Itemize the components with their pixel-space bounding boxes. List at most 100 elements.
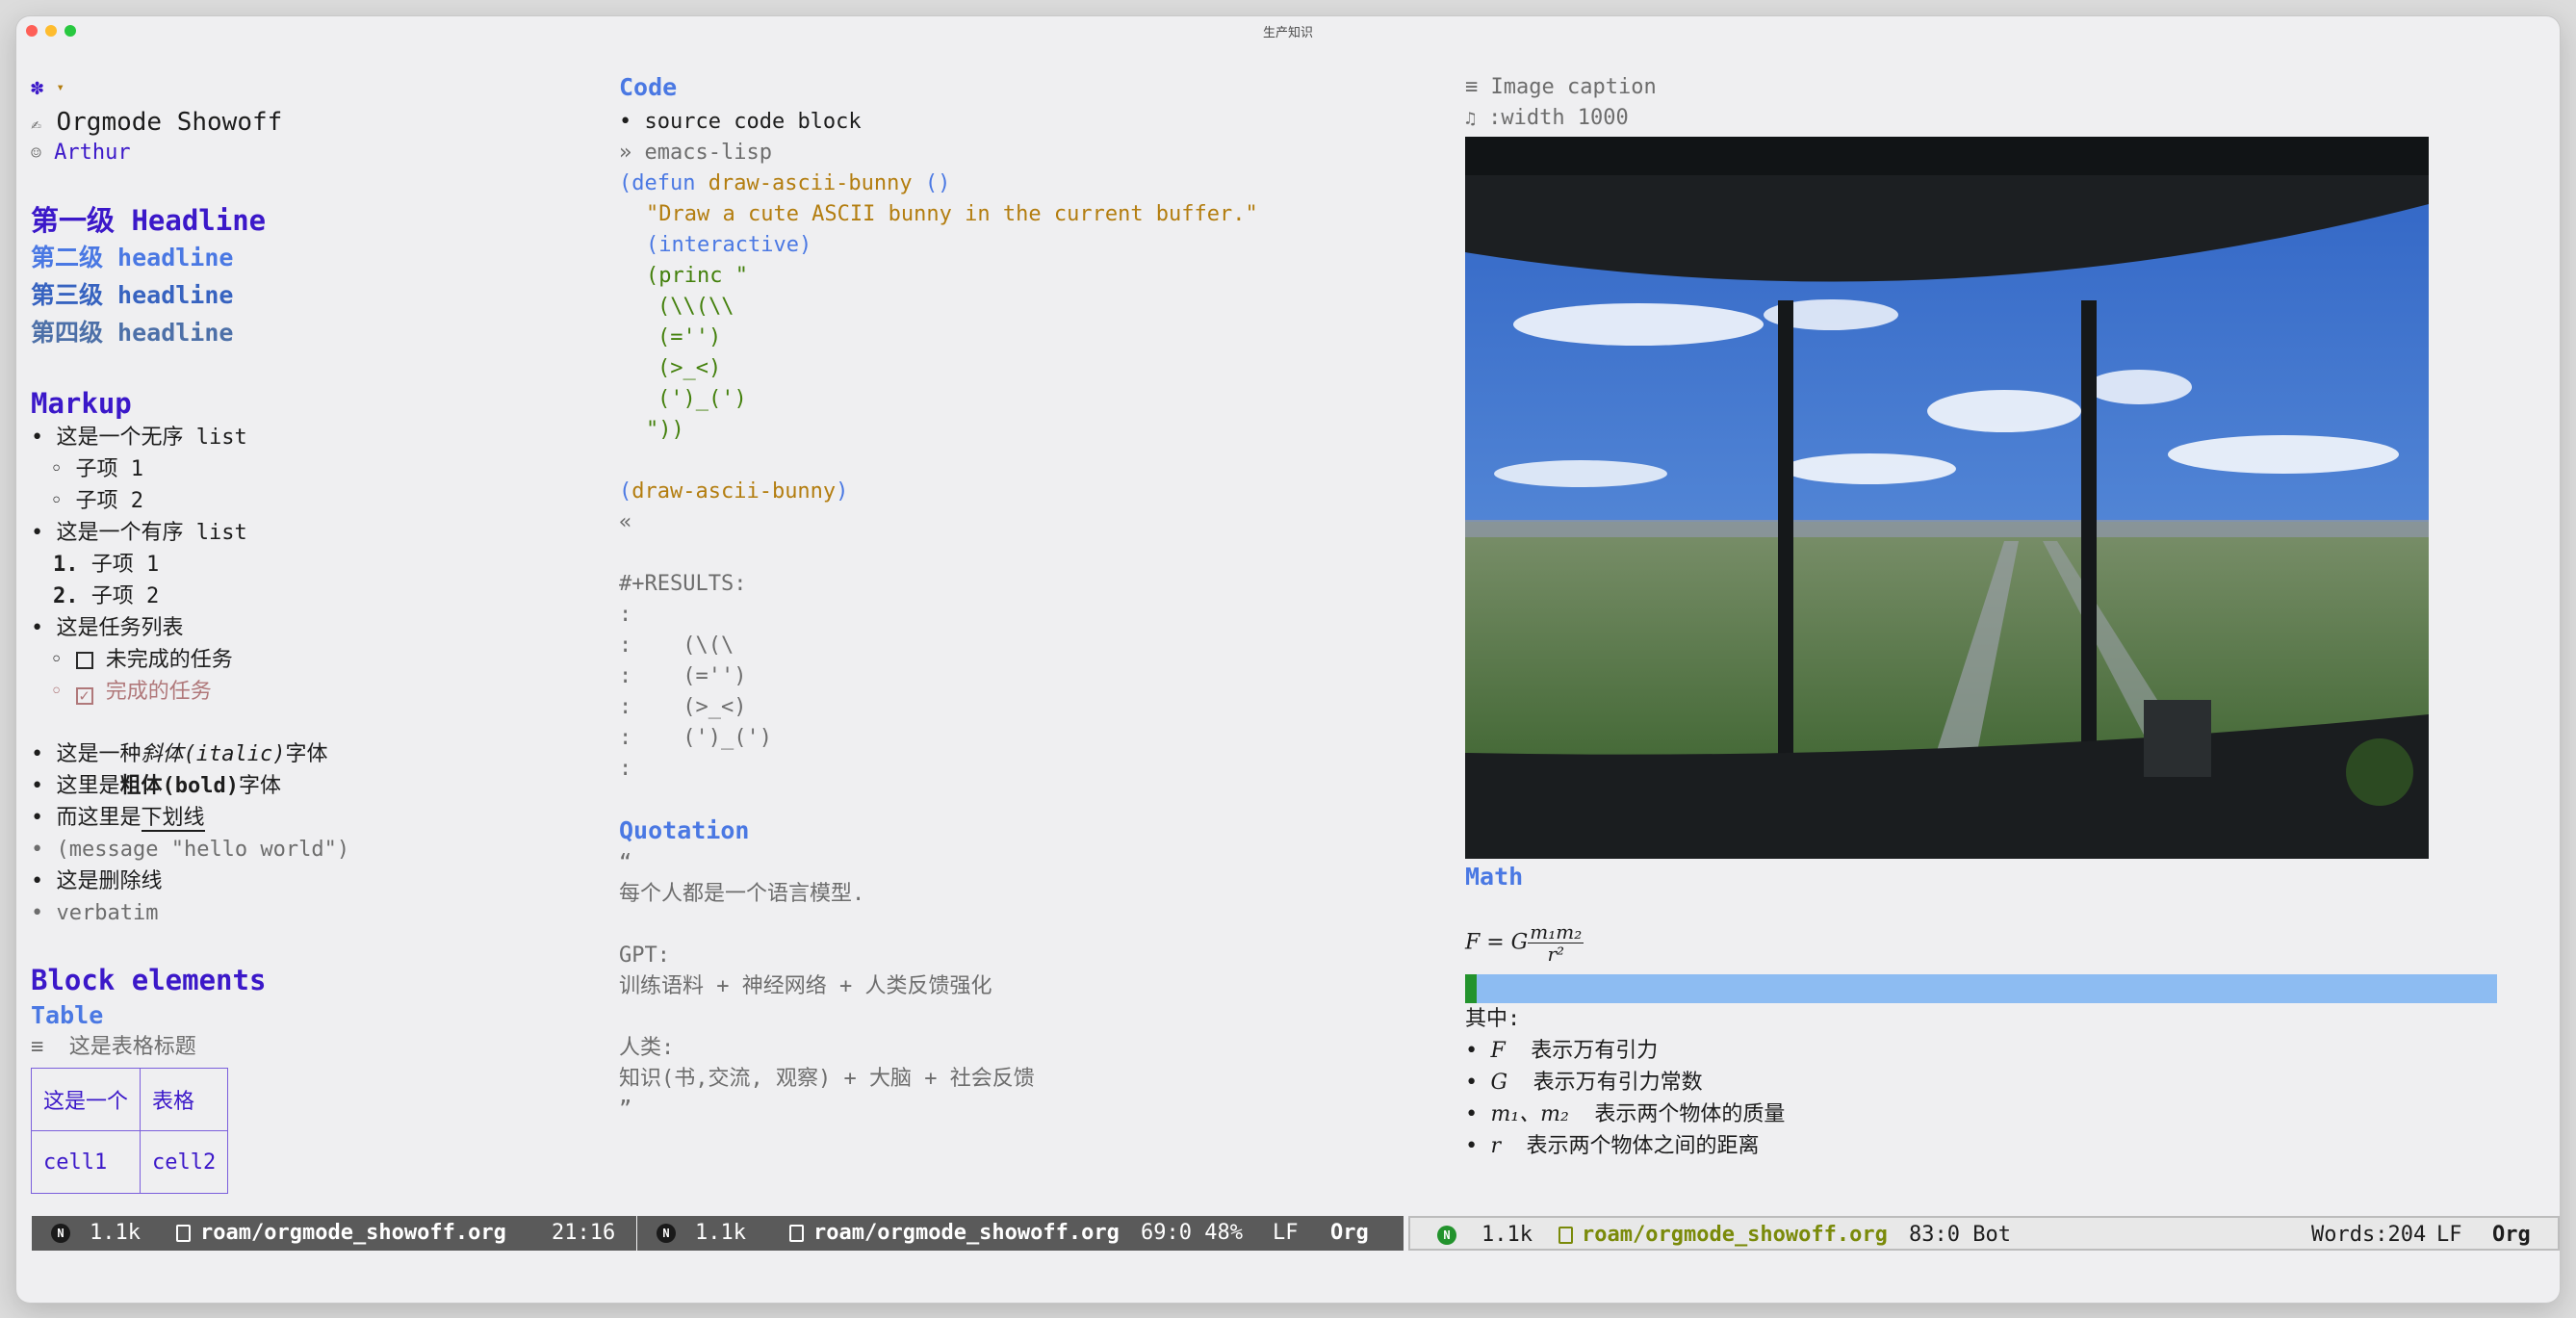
headline-3[interactable]: 第三级 headline <box>31 280 233 311</box>
code-function: draw-ascii-bunny <box>708 171 913 195</box>
table-heading[interactable]: Table <box>31 1000 103 1031</box>
list-item: 1. 子项 1 <box>53 552 159 579</box>
quote-line: 人类: <box>619 1036 675 1060</box>
code-line: (interactive) <box>646 233 812 257</box>
eol-type: LF <box>1273 1221 1299 1245</box>
headline-2[interactable]: 第二级 headline <box>31 243 233 273</box>
editor-pane-middle[interactable]: Code • source code block » emacs-lisp (d… <box>619 55 1432 1245</box>
list-item: • r 表示两个物体之间的距离 <box>1465 1134 1760 1158</box>
code-function: princ <box>658 264 723 288</box>
list-item: ◦ 子项 2 <box>50 489 144 513</box>
title-bar: 生产知识 <box>16 16 2560 45</box>
quote-open: “ <box>619 851 632 875</box>
task-item[interactable]: ◦ 未完成的任务 <box>50 647 233 674</box>
formula-lhs: F = G <box>1465 930 1529 955</box>
bell-icon: ♫ <box>1465 109 1476 129</box>
headline-1[interactable]: 第一级 Headline <box>31 203 266 238</box>
list-number: 1. <box>53 553 79 577</box>
image-width: ♫ :width 1000 <box>1465 105 1629 133</box>
list-item-text: 子项 1 <box>90 553 160 577</box>
image-caption-text: Image caption <box>1490 75 1657 99</box>
table-caption: ≡ 这是表格标题 <box>31 1034 196 1061</box>
markup-heading[interactable]: Markup <box>31 386 132 421</box>
table-row: cell1 cell2 <box>30 1130 229 1194</box>
modeline-middle[interactable]: N 1.1k roam/orgmode_showoff.org 69:0 48%… <box>637 1216 1404 1251</box>
list-item-text: 子项 2 <box>90 584 160 608</box>
buffer-name[interactable]: roam/orgmode_showoff.org <box>1582 1218 1888 1253</box>
file-icon <box>176 1225 191 1242</box>
quote-line: 每个人都是一个语言模型. <box>619 882 865 906</box>
evil-state-badge: N <box>51 1224 70 1243</box>
buffer-name[interactable]: roam/orgmode_showoff.org <box>813 1216 1120 1251</box>
table-cell[interactable]: 表格 <box>140 1068 229 1131</box>
face-icon: ☺ <box>31 143 41 164</box>
code-string: ")) <box>646 418 684 442</box>
task-text: 未完成的任务 <box>105 648 233 672</box>
list-item: • 这里是粗体(bold)字体 <box>31 774 282 798</box>
result-line: : <box>619 603 632 627</box>
code-line: (princ " <box>646 264 748 288</box>
major-mode[interactable]: Org <box>2492 1218 2531 1253</box>
verbatim-text: verbatim <box>56 901 159 925</box>
code-heading[interactable]: Code <box>619 74 677 101</box>
table-cell[interactable]: cell2 <box>140 1130 229 1194</box>
formula-denominator: r² <box>1547 943 1565 966</box>
where-label: 其中: <box>1465 1007 1521 1031</box>
headline-4[interactable]: 第四级 headline <box>31 318 233 349</box>
code-string: " <box>734 264 748 288</box>
list-item: • 这是一个无序 list <box>31 426 247 450</box>
list-item-text: 子项 1 <box>75 457 144 481</box>
code-line: (defun draw-ascii-bunny () <box>619 171 951 195</box>
eol-type: LF <box>2436 1223 2462 1247</box>
code-line: (draw-ascii-bunny) <box>619 479 849 504</box>
inline-image[interactable] <box>1465 137 2429 859</box>
major-mode[interactable]: Org <box>1330 1216 1369 1251</box>
list-item-text: 表示万有引力 <box>1531 1039 1659 1063</box>
block-elements-heading[interactable]: Block elements <box>31 963 266 997</box>
org-table[interactable]: 这是一个 表格 cell1 cell2 <box>30 1068 229 1194</box>
list-item: • m₁、m₂ 表示两个物体的质量 <box>1465 1102 1786 1126</box>
editor-pane-right[interactable]: ≡ Image caption ♫ :width 1000 Math F = G… <box>1441 55 2560 1245</box>
math-symbol: m₁、m₂ <box>1490 1102 1569 1126</box>
list-item: • verbatim <box>31 901 159 925</box>
list-item: • 这是一个有序 list <box>31 521 247 545</box>
list-item-text: 表示两个物体的质量 <box>1594 1102 1786 1126</box>
city-view-photo <box>1465 137 2429 859</box>
app-window: 生产知识 ✽ ▾ ✍ Orgmode Showoff ☺ Arthur 第一级 … <box>16 16 2560 1303</box>
cursor-position: 83:0 Bot <box>1909 1223 2011 1247</box>
author: ☺ Arthur <box>31 140 131 168</box>
result-line: : <box>619 757 632 781</box>
buffer-size: 1.1k <box>1481 1223 1533 1247</box>
list-item-text: 这是一个有序 list <box>56 521 247 545</box>
inline-code: (message "hello world") <box>56 838 350 862</box>
table-cell[interactable]: 这是一个 <box>30 1068 142 1131</box>
task-text: 完成的任务 <box>105 680 212 704</box>
table-cell[interactable]: cell1 <box>30 1130 142 1194</box>
list-item: • 而这里是下划线 <box>31 806 205 832</box>
code-args: () <box>924 171 951 195</box>
modeline-right[interactable]: N 1.1k roam/orgmode_showoff.org 83:0 Bot… <box>1408 1216 2560 1251</box>
caption-icon: ≡ <box>31 1035 44 1059</box>
list-item: • G 表示万有引力常数 <box>1465 1071 1703 1095</box>
checkbox-checked[interactable]: ✓ <box>75 687 93 705</box>
formula-fraction: m₁m₂ r² <box>1528 921 1584 965</box>
checkbox-unchecked[interactable] <box>75 652 93 669</box>
modeline-left[interactable]: N 1.1k roam/orgmode_showoff.org 21:16 <box>32 1216 636 1251</box>
result-line: : (>_<) <box>619 695 747 719</box>
quotation-heading[interactable]: Quotation <box>619 817 749 844</box>
author-name: Arthur <box>54 141 131 165</box>
list-item-text: 子项 2 <box>75 489 144 513</box>
results-label: #+RESULTS: <box>619 572 747 596</box>
buffer-name[interactable]: roam/orgmode_showoff.org <box>200 1216 506 1251</box>
window-title: 生产知识 <box>1262 26 1313 40</box>
task-item[interactable]: ◦ ✓ 完成的任务 <box>50 679 212 706</box>
code-keyword: defun <box>631 171 696 195</box>
list-item: • 这是任务列表 <box>31 616 184 640</box>
editor-pane-left[interactable]: ✽ ▾ ✍ Orgmode Showoff ☺ Arthur 第一级 Headl… <box>16 55 611 1245</box>
chevron-down-icon[interactable]: ▾ <box>57 80 64 95</box>
latex-preview-fill <box>1465 974 1477 1003</box>
list-item-text: 表示两个物体之间的距离 <box>1526 1134 1760 1158</box>
gear-icon[interactable]: ✽ ▾ <box>31 74 64 102</box>
cursor-position: 69:0 48% <box>1141 1221 1243 1245</box>
math-heading[interactable]: Math <box>1465 864 1523 891</box>
